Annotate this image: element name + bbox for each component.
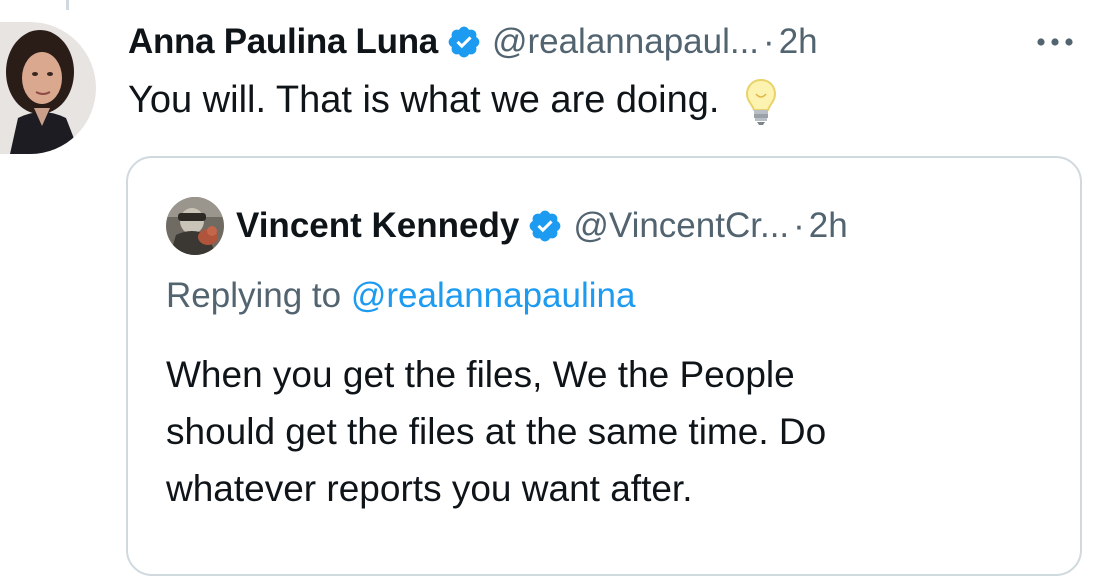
author-avatar[interactable]: [0, 22, 96, 154]
author-avatar-image: [0, 22, 96, 154]
light-bulb-icon: [744, 76, 778, 128]
tweet-text: You will. That is what we are doing.: [128, 79, 720, 121]
quoted-author-avatar-image: [166, 197, 224, 255]
tweet-timestamp[interactable]: 2h: [779, 22, 818, 62]
quoted-tweet-header: Vincent Kennedy @VincentCr... · 2h: [166, 196, 848, 256]
thread-connector-line: [66, 0, 69, 10]
tweet-header: Anna Paulina Luna @realannapaul... · 2h: [128, 14, 818, 70]
replying-to-label: Replying to: [166, 276, 342, 315]
quoted-author-handle[interactable]: @VincentCr...: [573, 206, 789, 246]
author-name[interactable]: Anna Paulina Luna: [128, 22, 438, 62]
quoted-tweet-text: When you get the files, We the People sh…: [166, 346, 1066, 517]
quoted-tweet-text-line: whatever reports you want after.: [166, 468, 693, 509]
quoted-tweet-card[interactable]: Vincent Kennedy @VincentCr... · 2h Reply…: [126, 156, 1082, 576]
quoted-author-name[interactable]: Vincent Kennedy: [236, 206, 519, 246]
tweet-body: You will. That is what we are doing.: [128, 72, 778, 128]
quoted-header-separator: ·: [793, 206, 805, 245]
replying-to-mention-link[interactable]: @realannapaulina: [351, 276, 636, 315]
more-horizontal-icon[interactable]: [1030, 24, 1080, 60]
quoted-author-avatar[interactable]: [166, 197, 224, 255]
author-handle[interactable]: @realannapaul...: [492, 22, 759, 62]
header-separator: ·: [763, 22, 775, 61]
replying-to-line: Replying to @realannapaulina: [166, 276, 635, 316]
quoted-tweet-text-line: When you get the files, We the People: [166, 354, 795, 395]
quoted-tweet-timestamp[interactable]: 2h: [809, 206, 848, 246]
verified-badge-icon: [446, 24, 482, 60]
quoted-verified-badge-icon: [527, 208, 563, 244]
quoted-tweet-text-line: should get the files at the same time. D…: [166, 411, 827, 452]
